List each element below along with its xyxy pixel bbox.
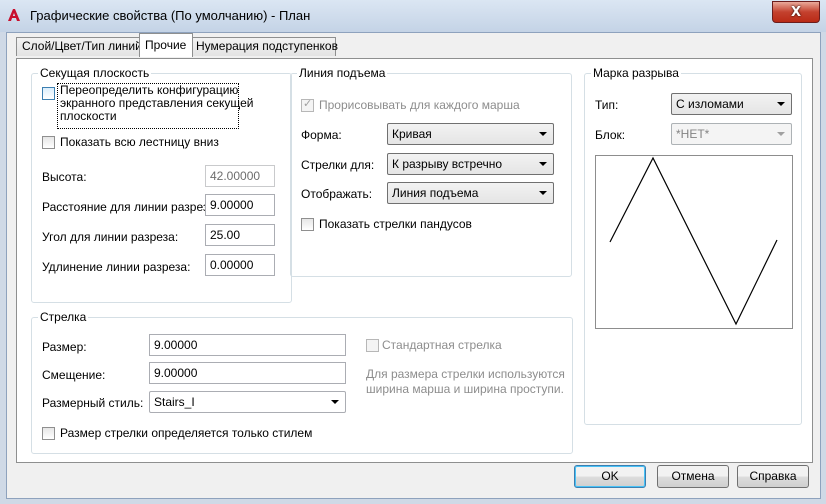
break-type-label: Тип: [595,98,619,112]
rise-line-group: Линия подъема Прорисовывать для каждого … [290,66,572,277]
cut-line-distance-label: Расстояние для линии разреза: [42,200,219,214]
rise-line-title: Линия подъема [297,66,388,80]
chevron-down-icon [777,132,785,136]
tab-label: Прочие [145,38,187,52]
arrow-size-field[interactable]: 9.00000 [149,334,346,356]
block-value: *НЕТ* [676,127,710,141]
dialog-client-area: Слой/Цвет/Тип линий Прочие Нумерация под… [6,32,821,499]
chevron-down-icon [539,132,547,136]
dim-style-dropdown[interactable]: Stairs_I [149,391,346,413]
shape-value: Кривая [392,127,432,141]
tab-layer-color-linetype[interactable]: Слой/Цвет/Тип линий [16,37,142,56]
block-label: Блок: [595,128,626,142]
help-button[interactable]: Справка [737,465,809,488]
chevron-down-icon [539,162,547,166]
cut-line-extension-label: Удлинение линии разреза: [42,260,191,274]
break-type-value: С изломами [676,97,744,111]
section-cut-title: Секущая плоскость [38,66,152,80]
arrow-size-label: Размер: [42,340,87,354]
override-config-label-line3: плоскости [60,109,117,123]
cut-line-distance-field[interactable]: 9.00000 [205,194,275,216]
break-mark-title: Марка разрыва [591,66,681,80]
standard-arrow-label: Стандартная стрелка [382,338,502,352]
shape-dropdown[interactable]: Кривая [387,123,554,145]
arrow-offset-label: Смещение: [42,368,106,382]
section-cut-group: Секущая плоскость Переопределить конфигу… [31,66,292,303]
dialog-window: Графические свойства (По умолчанию) - Пл… [0,0,826,504]
standard-arrow-checkbox [366,339,379,352]
arrows-for-value: К разрыву встречно [392,157,503,171]
cut-line-angle-label: Угол для линии разреза: [42,230,179,244]
shape-label: Форма: [301,128,342,142]
height-label: Высота: [42,170,87,184]
zigzag-break-mark-graphic [609,156,778,326]
show-ramp-arrows-label[interactable]: Показать стрелки пандусов [319,217,472,231]
arrow-title: Стрелка [38,310,89,324]
break-type-dropdown[interactable]: С изломами [671,93,792,115]
tab-panel-other: Секущая плоскость Переопределить конфигу… [16,58,813,463]
display-dropdown[interactable]: Линия подъема [387,182,554,204]
size-by-style-checkbox[interactable] [42,427,55,440]
window-title: Графические свойства (По умолчанию) - Пл… [30,8,311,23]
height-field: 42.00000 [205,165,275,187]
tab-label: Нумерация подступенков [196,39,338,53]
chevron-down-icon [777,102,785,106]
draw-each-flight-label: Прорисовывать для каждого марша [319,98,520,112]
cut-line-extension-field[interactable]: 0.00000 [205,254,275,276]
display-value: Линия подъема [392,186,479,200]
close-icon: X [790,4,802,20]
arrows-for-dropdown[interactable]: К разрыву встречно [387,153,554,175]
autocad-logo-icon [8,9,20,21]
tab-label: Слой/Цвет/Тип линий [22,39,142,53]
break-mark-group: Марка разрыва Тип: С изломами Блок: *НЕТ… [584,66,802,425]
dim-style-value: Stairs_I [154,395,195,409]
arrow-size-note: Для размера стрелки используются ширина … [366,367,565,397]
break-mark-preview [595,155,793,329]
ok-button[interactable]: OK [574,465,646,488]
show-all-stair-checkbox[interactable] [42,136,55,149]
chevron-down-icon [539,191,547,195]
show-ramp-arrows-checkbox[interactable] [301,218,314,231]
arrow-group: Стрелка Размер: 9.00000 Смещение: 9.0000… [31,310,573,454]
close-button[interactable]: X [772,1,820,23]
cut-line-angle-field[interactable]: 25.00 [205,224,275,246]
arrows-for-label: Стрелки для: [301,158,375,172]
tab-riser-numbering[interactable]: Нумерация подступенков [190,37,338,56]
title-bar[interactable]: Графические свойства (По умолчанию) - Пл… [0,0,826,32]
show-all-stair-label[interactable]: Показать всю лестницу вниз [60,135,219,149]
size-by-style-label[interactable]: Размер стрелки определяется только стиле… [60,426,312,440]
chevron-down-icon [331,400,339,404]
dim-style-label: Размерный стиль: [42,396,144,410]
arrow-size-note-line2: ширина марша и ширина проступи. [366,382,564,396]
display-label: Отображать: [301,187,373,201]
override-config-checkbox[interactable] [42,87,55,100]
arrow-offset-field[interactable]: 9.00000 [149,362,346,384]
tab-other[interactable]: Прочие [139,33,193,57]
cancel-button[interactable]: Отмена [657,465,729,488]
arrow-size-note-line1: Для размера стрелки используются [366,367,565,381]
draw-each-flight-checkbox [301,97,314,112]
override-config-label[interactable]: Переопределить конфигурацию экранного пр… [60,84,254,123]
block-dropdown: *НЕТ* [671,123,792,145]
